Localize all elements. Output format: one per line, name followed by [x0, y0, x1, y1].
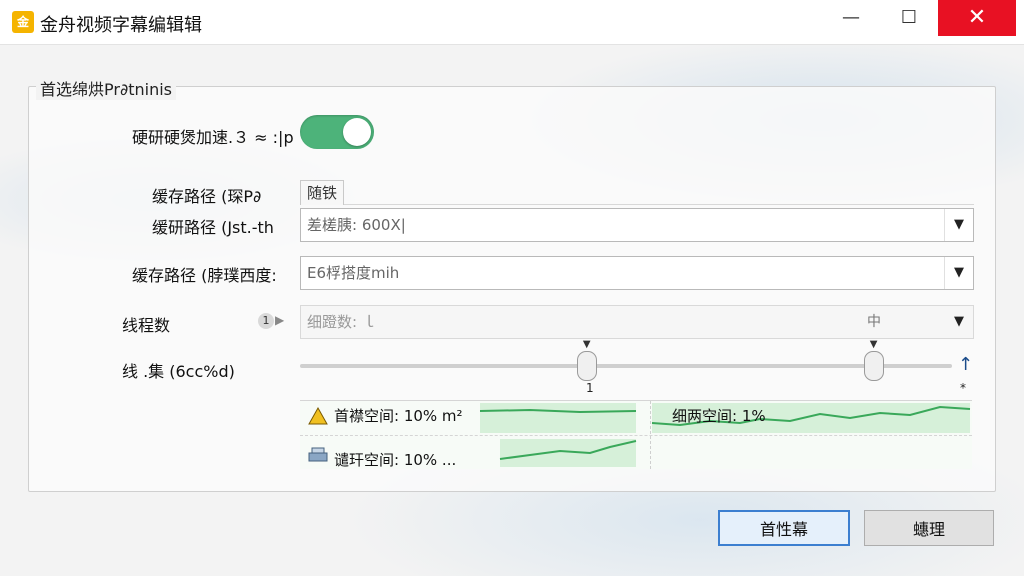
- play-arrow-icon: ▶: [275, 313, 285, 327]
- cancel-button[interactable]: 蟪理: [864, 510, 994, 546]
- cache-path-tabstrip: 随铁: [300, 180, 974, 205]
- arrow-up-icon[interactable]: ↑: [958, 354, 973, 375]
- slider-tick-left: 1: [586, 381, 594, 395]
- graph-divider-horizontal: [300, 435, 972, 436]
- title-bar: 金 金舟视频字幕编辑辑 — ☐ ✕: [0, 0, 1024, 45]
- slider-label: 线 .集 (6cc%d): [122, 362, 235, 381]
- hw-accel-label: 硬研硬煲加速.３ ≈ :|p: [132, 128, 294, 147]
- hw-accel-toggle[interactable]: [300, 115, 374, 149]
- threads-select[interactable]: 细蹬数: ｌ 中 ▼: [300, 305, 974, 339]
- slider-thumb-right[interactable]: [863, 351, 884, 381]
- thumb-marker-icon: ▼: [869, 339, 878, 350]
- thumb-marker-icon: ▼: [582, 339, 591, 350]
- range-slider-track[interactable]: [300, 364, 952, 368]
- window-title: 金舟视频字幕编辑辑: [40, 15, 202, 36]
- maximize-button[interactable]: ☐: [886, 0, 932, 36]
- minimize-button[interactable]: —: [828, 0, 874, 36]
- confirm-button[interactable]: 首性幕: [718, 510, 850, 546]
- threads-extra: 中: [867, 314, 881, 330]
- chevron-down-icon[interactable]: ▼: [945, 306, 973, 338]
- main-window: 金 金舟视频字幕编辑辑 — ☐ ✕ 首选绵烘Pr∂tninis 硬研硬煲加速.３…: [0, 0, 1024, 576]
- chevron-down-icon[interactable]: ▼: [944, 209, 973, 241]
- cache-path-label: 缓存路径 (琛P∂: [152, 187, 262, 206]
- cache-path3-select[interactable]: E6桴搭度mih ▼: [300, 256, 974, 290]
- slider-thumb-left[interactable]: [576, 351, 597, 381]
- toggle-knob: [343, 118, 371, 146]
- graph-cell-3: 谴玕空间: 10% ...: [334, 451, 457, 469]
- warning-icon: [308, 407, 328, 425]
- graph3-fill: [500, 439, 636, 467]
- threads-value: 细蹬数: ｌ: [307, 313, 377, 331]
- graph-cell-1: 首襟空间: 10% m²: [334, 407, 463, 425]
- cache-path2-label: 缓研路径 (Jst.-th: [152, 218, 274, 237]
- cache-path2-value: 差槎胰: 600X|: [307, 216, 406, 234]
- cache-path2-select[interactable]: 差槎胰: 600X| ▼: [300, 208, 974, 242]
- cache-path-tab[interactable]: 随铁: [300, 180, 345, 205]
- slider-tick-right: *: [960, 381, 966, 395]
- usage-graph-panel: 首襟空间: 10% m² 细两空间: 1% 谴玕空间: 10% ...: [300, 400, 972, 469]
- threads-step-badge: 1: [258, 313, 274, 329]
- cache-path3-value: E6桴搭度mih: [307, 264, 400, 282]
- threads-label: 线程数: [122, 316, 171, 335]
- graph1-fill: [480, 403, 636, 433]
- close-button[interactable]: ✕: [938, 0, 1016, 36]
- graph-cell-2: 细两空间: 1%: [672, 407, 766, 425]
- app-logo-icon: 金: [12, 11, 34, 33]
- drive-icon: [308, 447, 328, 462]
- group-title: 首选绵烘Pr∂tninis: [36, 76, 177, 100]
- cache-path3-label: 缓存路径 (脖璞西度:: [132, 266, 277, 285]
- chevron-down-icon[interactable]: ▼: [944, 257, 973, 289]
